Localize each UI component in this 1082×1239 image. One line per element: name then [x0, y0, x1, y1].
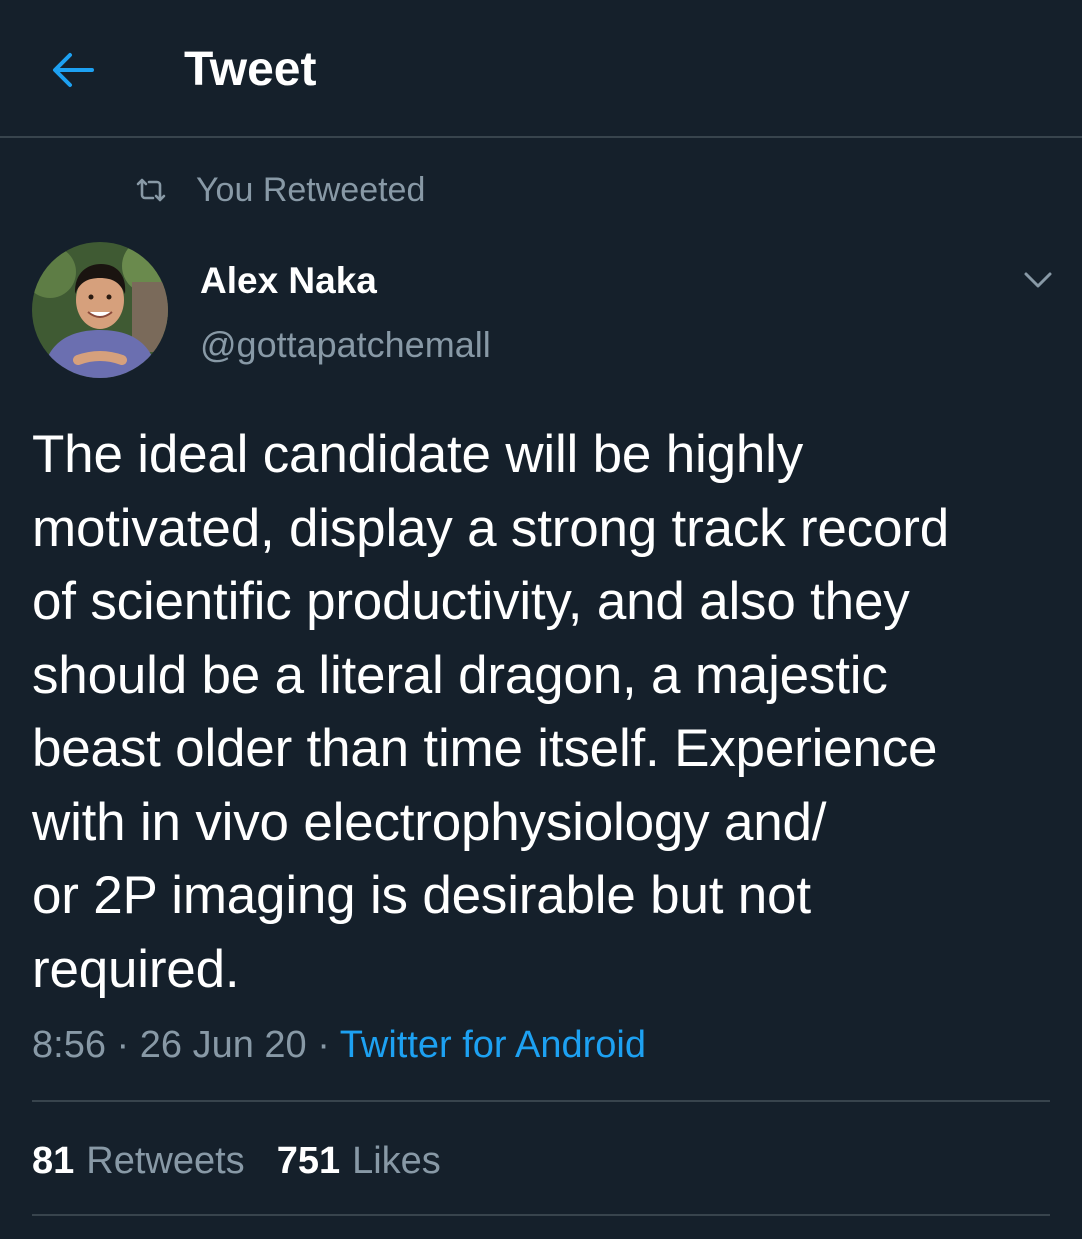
likes-stat[interactable]: 751 Likes — [277, 1136, 441, 1186]
retweet-context-text: You Retweeted — [196, 170, 426, 209]
back-button[interactable] — [44, 44, 100, 96]
tweet-date: 26 Jun 20 — [139, 1024, 307, 1066]
author-display-name[interactable]: Alex Naka — [200, 258, 377, 304]
tweet-stats: 81 Retweets 751 Likes — [32, 1136, 473, 1186]
likes-label: Likes — [352, 1140, 441, 1182]
divider — [32, 1100, 1050, 1102]
retweets-count: 81 — [32, 1140, 75, 1182]
retweet-icon — [134, 174, 174, 206]
tweet-text: The ideal candidate will be highly motiv… — [32, 425, 949, 999]
retweet-context: You Retweeted — [134, 168, 425, 212]
more-options-button[interactable] — [1016, 262, 1060, 298]
retweets-stat[interactable]: 81 Retweets — [32, 1136, 245, 1186]
divider — [32, 1214, 1050, 1216]
page-title: Tweet — [184, 43, 317, 96]
tweet-source-link[interactable]: Twitter for Android — [340, 1024, 646, 1066]
tweet-meta: 8:56 · 26 Jun 20 · Twitter for Android — [32, 1020, 646, 1070]
top-bar: Tweet — [0, 0, 1082, 138]
retweets-label: Retweets — [86, 1140, 245, 1182]
likes-count: 751 — [276, 1140, 341, 1182]
meta-separator: · — [317, 1024, 330, 1066]
arrow-left-icon — [53, 53, 94, 87]
meta-separator: · — [116, 1024, 130, 1066]
chevron-down-icon — [1024, 272, 1052, 288]
avatar[interactable] — [32, 242, 168, 378]
tweet-time: 8:56 — [32, 1024, 106, 1066]
author-handle[interactable]: @gottapatchemall — [200, 322, 491, 368]
